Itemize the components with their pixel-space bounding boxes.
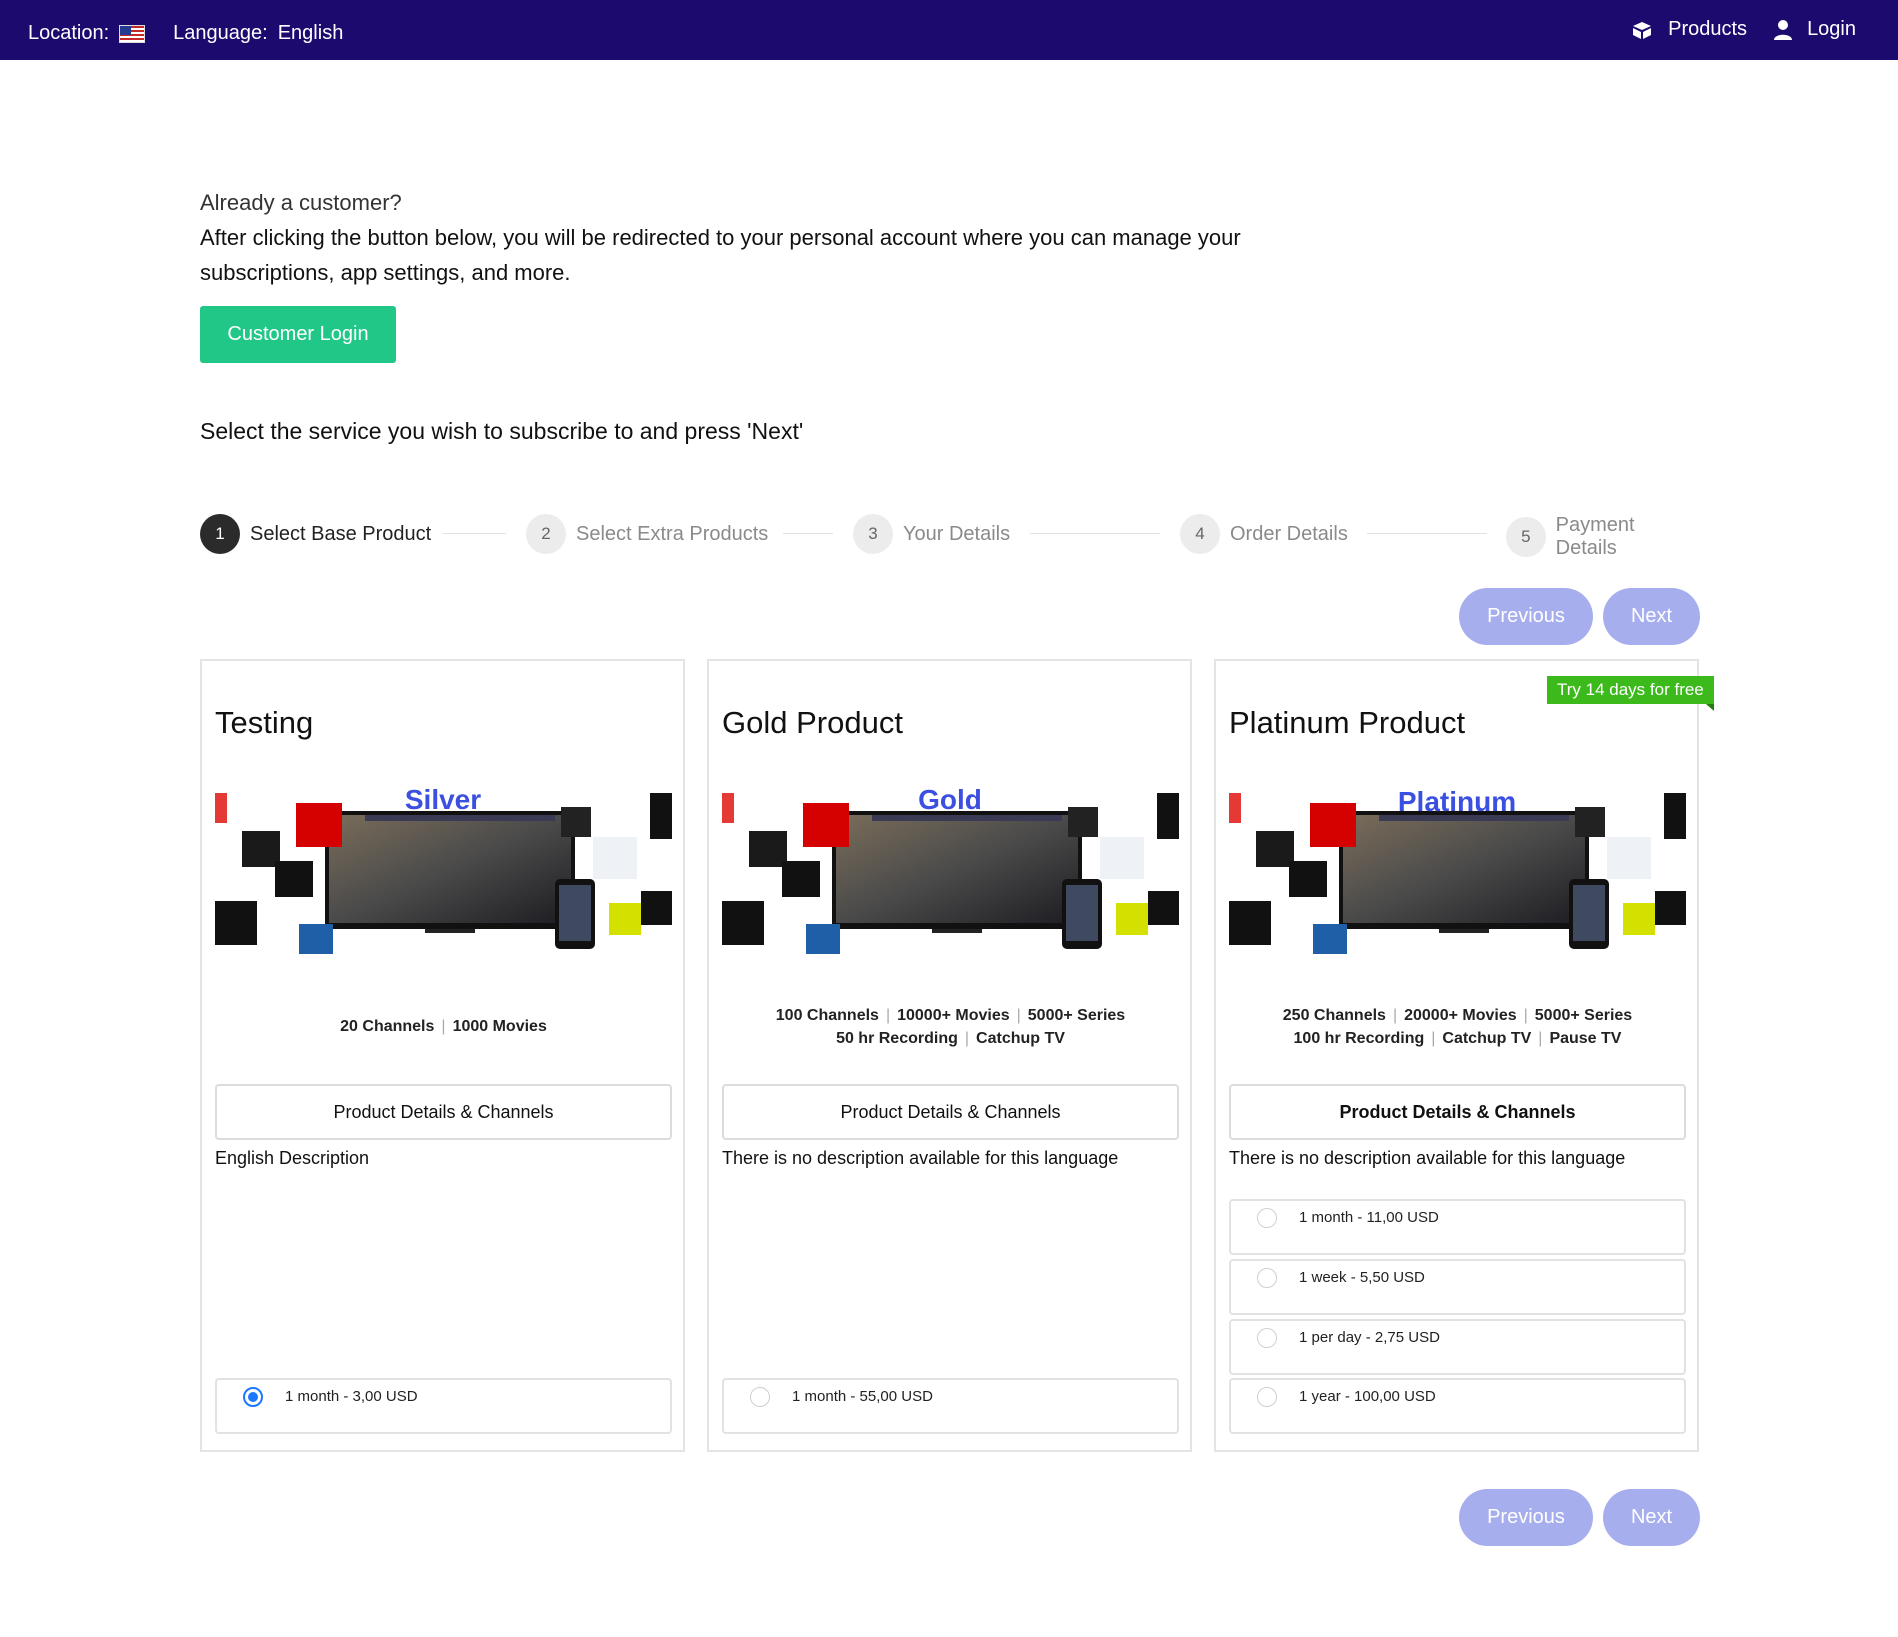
step-label: Payment Details <box>1555 514 1635 559</box>
step-select-extra-products: 2 Select Extra Products <box>526 514 768 554</box>
product-details-channels-button[interactable]: Product Details & Channels <box>722 1084 1179 1140</box>
radio-button[interactable] <box>750 1387 770 1407</box>
language-value[interactable]: English <box>278 22 344 45</box>
feature-item: 5000+ Series <box>1534 1007 1633 1024</box>
product-card-gold[interactable]: Gold Product Gold 100 Channels | 10000+ Mo… <box>707 659 1192 1452</box>
nav-products-label: Products <box>1668 18 1748 40</box>
price-option-label: 1 month - 55,00 USD <box>792 1388 933 1405</box>
price-option-label: 1 week - 5,50 USD <box>1299 1269 1425 1286</box>
free-trial-ribbon: Try 14 days for free <box>1547 676 1714 711</box>
feature-item: Catchup TV <box>1442 1030 1532 1047</box>
radio-button[interactable] <box>1257 1387 1277 1407</box>
price-option-label: 1 month - 3,00 USD <box>285 1388 418 1405</box>
nav-login-label: Login <box>1807 18 1856 40</box>
image-heading: Platinum <box>1398 786 1516 817</box>
customer-login-button[interactable]: Customer Login <box>200 306 396 363</box>
next-button-bottom[interactable]: Next <box>1603 1489 1700 1546</box>
nav-login-link[interactable]: Login <box>1773 18 1856 41</box>
step-label: Select Extra Products <box>576 522 769 545</box>
feature-item: 10000+ Movies <box>897 1007 1010 1024</box>
locale-selector: Location: Language: English <box>28 22 343 45</box>
redirect-info-line-2: subscriptions, app settings, and more. <box>200 260 571 285</box>
step-label: Select Base Product <box>250 522 432 545</box>
price-option[interactable]: 1 week - 5,50 USD <box>1229 1259 1686 1315</box>
product-features: 250 Channels | 20000+ Movies | 5000+ Series … <box>1282 1007 1633 1047</box>
select-service-heading: Select the service you wish to subscribe… <box>200 418 804 444</box>
us-flag-icon[interactable] <box>119 24 146 43</box>
product-promo-image: Platinum <box>1229 779 1686 954</box>
already-customer-question: Already a customer? <box>200 190 402 215</box>
redirect-info-line-1: After clicking the button below, you wil… <box>200 225 1241 250</box>
product-promo-image: Gold <box>722 779 1179 954</box>
top-navigation-bar: Location: Language: English Products Log… <box>0 0 1898 60</box>
boxes-icon <box>1633 21 1652 39</box>
user-icon <box>1774 19 1793 40</box>
radio-button[interactable] <box>1257 1328 1277 1348</box>
image-heading: Silver <box>405 784 481 815</box>
price-option[interactable]: 1 month - 11,00 USD <box>1229 1199 1686 1255</box>
product-card-platinum[interactable]: Try 14 days for free Platinum Product Pl… <box>1214 659 1714 1452</box>
feature-item: 20 Channels <box>340 1018 435 1035</box>
step-connector <box>1030 533 1160 534</box>
price-option-label: 1 year - 100,00 USD <box>1299 1388 1436 1405</box>
step-your-details: 3 Your Details <box>853 514 1010 554</box>
step-label: Order Details <box>1230 522 1348 545</box>
product-description: There is no description available for th… <box>1229 1148 1626 1168</box>
location-label: Location: <box>28 22 110 44</box>
product-description: English Description <box>215 1148 370 1168</box>
radio-button[interactable] <box>1257 1208 1277 1228</box>
radio-button-selected[interactable] <box>243 1387 263 1407</box>
product-features: 20 Channels | 1000 Movies <box>340 1018 547 1035</box>
step-number: 1 <box>200 514 240 554</box>
step-payment-details: 5 Payment Details <box>1506 514 1700 560</box>
image-heading: Gold <box>918 784 982 815</box>
feature-item: 100 Channels <box>775 1007 879 1024</box>
product-promo-image: Silver <box>215 779 672 954</box>
language-label: Language: <box>173 22 268 44</box>
checkout-stepper: 1 Select Base Product 2 Select Extra Pro… <box>200 514 1700 559</box>
price-option-label: 1 month - 11,00 USD <box>1299 1209 1439 1226</box>
product-card-testing[interactable]: Testing Silver 20 Channels | 1000 Movies P… <box>200 659 685 1452</box>
price-option[interactable]: 1 year - 100,00 USD <box>1229 1378 1686 1434</box>
step-connector <box>783 533 833 534</box>
price-option[interactable]: 1 month - 55,00 USD <box>722 1378 1179 1434</box>
step-connector <box>443 533 506 534</box>
radio-button[interactable] <box>1257 1268 1277 1288</box>
product-title: Testing <box>215 705 314 740</box>
step-number: 4 <box>1180 514 1220 554</box>
product-description: There is no description available for th… <box>722 1148 1119 1168</box>
step-label: Your Details <box>903 522 1011 545</box>
feature-item: 1000 Movies <box>452 1018 547 1035</box>
product-title: Gold Product <box>722 705 903 740</box>
step-select-base-product: 1 Select Base Product <box>200 514 431 554</box>
product-features: 100 Channels | 10000+ Movies | 5000+ Series … <box>775 1007 1126 1047</box>
feature-item: Pause TV <box>1549 1030 1622 1047</box>
feature-item: 20000+ Movies <box>1404 1007 1517 1024</box>
step-number: 3 <box>853 514 893 554</box>
next-button-top[interactable]: Next <box>1603 588 1700 645</box>
product-details-channels-button[interactable]: Product Details & Channels <box>215 1084 672 1140</box>
product-details-channels-button[interactable]: Product Details & Channels <box>1229 1084 1686 1140</box>
previous-button-bottom[interactable]: Previous <box>1459 1489 1593 1546</box>
feature-item: 5000+ Series <box>1027 1007 1126 1024</box>
step-number: 2 <box>526 514 566 554</box>
feature-item: 100 hr Recording <box>1293 1030 1425 1047</box>
price-option[interactable]: 1 per day - 2,75 USD <box>1229 1319 1686 1375</box>
previous-button-top[interactable]: Previous <box>1459 588 1593 645</box>
price-option[interactable]: 1 month - 3,00 USD <box>215 1378 672 1434</box>
product-title: Platinum Product <box>1229 705 1466 740</box>
step-order-details: 4 Order Details <box>1180 514 1348 554</box>
feature-item: 50 hr Recording <box>836 1030 958 1047</box>
feature-item: Catchup TV <box>976 1030 1065 1047</box>
step-number: 5 <box>1506 517 1546 557</box>
feature-item: 250 Channels <box>1282 1007 1386 1024</box>
nav-products-link[interactable]: Products <box>1630 18 1747 41</box>
existing-customer-intro: Already a customer? After clicking the b… <box>200 185 1300 290</box>
step-connector <box>1367 533 1487 534</box>
price-option-label: 1 per day - 2,75 USD <box>1299 1329 1440 1346</box>
